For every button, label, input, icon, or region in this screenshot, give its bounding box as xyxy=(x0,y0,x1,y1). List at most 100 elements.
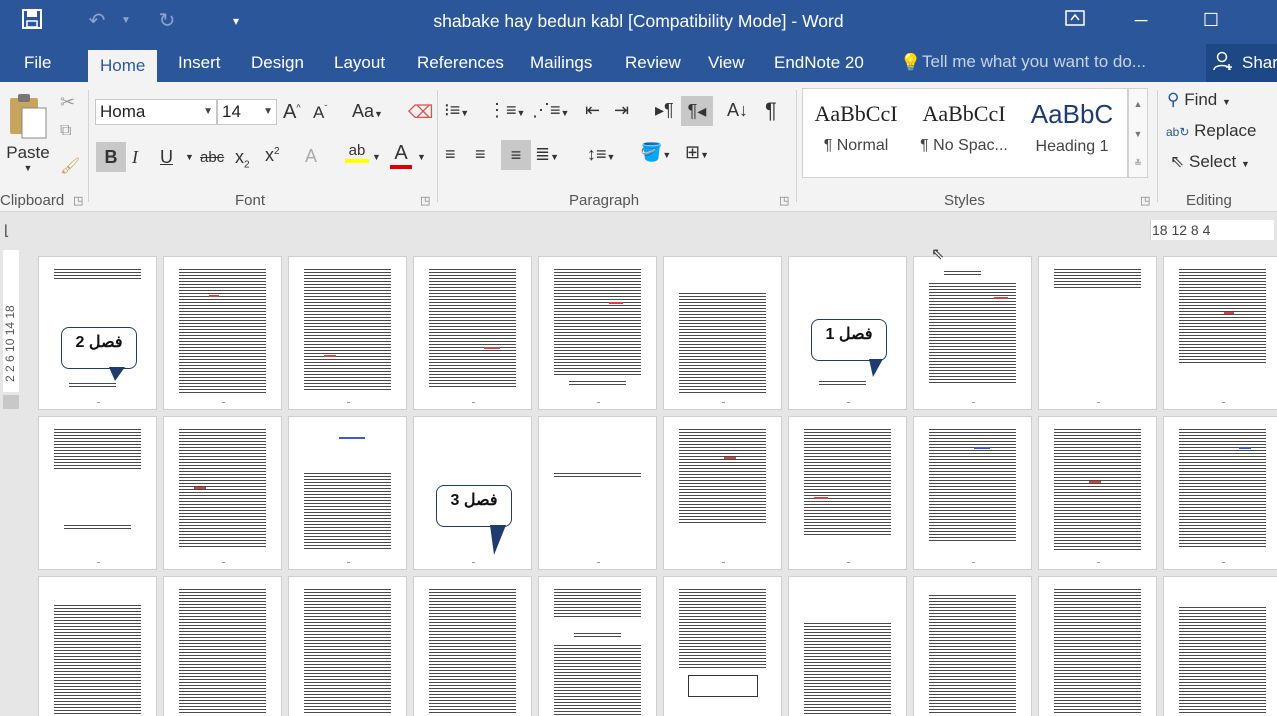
style-heading-1[interactable]: AaBbC Heading 1 xyxy=(1019,89,1125,169)
borders-icon[interactable]: ⊞▼ xyxy=(685,142,709,163)
page-thumbnail[interactable] xyxy=(288,416,407,570)
tab-selector-icon[interactable]: ⌊ xyxy=(4,222,22,240)
underline-dropdown-icon[interactable]: ▼ xyxy=(185,152,194,162)
sort-icon[interactable]: A↓ xyxy=(727,100,748,121)
maximize-icon[interactable]: ☐ xyxy=(1188,0,1234,44)
shrink-font-icon[interactable]: Aˇ xyxy=(313,103,327,123)
justify-icon[interactable]: ≣▼ xyxy=(535,144,559,165)
page-thumbnail[interactable] xyxy=(413,576,532,716)
page-thumbnail[interactable] xyxy=(163,256,282,410)
tab-review[interactable]: Review xyxy=(625,52,681,82)
tab-design[interactable]: Design xyxy=(251,52,304,82)
paste-button[interactable]: Paste ▼ xyxy=(4,92,52,182)
page-thumbnail[interactable] xyxy=(788,576,907,716)
align-left-icon[interactable]: ≡ xyxy=(445,144,456,165)
page-thumbnail[interactable] xyxy=(663,576,782,716)
highlight-dropdown-icon[interactable]: ▼ xyxy=(372,152,381,162)
highlight-color-icon[interactable]: ab xyxy=(345,142,369,163)
font-name-select[interactable]: Homa ▼ xyxy=(95,99,217,125)
font-color-dropdown-icon[interactable]: ▼ xyxy=(417,152,426,162)
page-thumbnail[interactable] xyxy=(538,416,657,570)
page-thumbnail[interactable] xyxy=(1163,576,1277,716)
page-thumbnail[interactable] xyxy=(1163,256,1277,410)
tab-file[interactable]: File xyxy=(24,52,51,82)
page-thumbnail[interactable]: فصل 2 xyxy=(38,256,157,410)
font-color-icon[interactable]: A xyxy=(390,142,412,169)
superscript-icon[interactable]: x2 xyxy=(265,145,280,166)
decrease-indent-icon[interactable]: ⇤ xyxy=(585,100,600,121)
tab-mailings[interactable]: Mailings xyxy=(530,52,592,82)
text-effects-icon[interactable]: A xyxy=(305,146,317,167)
callout-text: فصل 3 xyxy=(450,492,498,509)
align-right-icon[interactable]: ≡ xyxy=(501,140,531,170)
format-painter-icon[interactable]: 🖌 xyxy=(60,156,80,176)
style-no-spacing[interactable]: AaBbCcI ¶ No Spac... xyxy=(911,89,1017,169)
page-thumbnail[interactable] xyxy=(788,416,907,570)
shading-icon[interactable]: 🪣▼ xyxy=(640,142,671,163)
styles-launcher-icon[interactable]: ◳ xyxy=(1140,194,1150,207)
styles-scroll-up-icon[interactable]: ▲ xyxy=(1129,89,1147,119)
subscript-icon[interactable]: x2 xyxy=(235,147,250,171)
document-pages-view[interactable]: فصل 2 فصل 1 فصل 3 xyxy=(22,250,1277,716)
cut-icon[interactable]: ✂ xyxy=(60,92,75,113)
clipboard-launcher-icon[interactable]: ◳ xyxy=(73,194,83,207)
italic-icon[interactable]: I xyxy=(132,147,138,168)
tell-me-search[interactable]: Tell me what you want to do... xyxy=(922,52,1146,72)
vertical-ruler[interactable]: 2 2 6 10 14 18 xyxy=(0,250,22,716)
underline-icon[interactable]: U xyxy=(160,147,173,168)
select-button[interactable]: ⇖ Select ▼ xyxy=(1170,152,1250,172)
multilevel-list-icon[interactable]: ⋰≡▼ xyxy=(532,100,569,121)
style-normal[interactable]: AaBbCcI ¶ Normal xyxy=(803,89,909,169)
ltr-text-direction-icon[interactable]: ▸¶ xyxy=(655,100,674,121)
tab-view[interactable]: View xyxy=(708,52,745,82)
tab-insert[interactable]: Insert xyxy=(178,52,221,82)
bullets-icon[interactable]: ⁝≡▼ xyxy=(444,100,469,121)
page-thumbnail[interactable] xyxy=(663,256,782,410)
change-case-button[interactable]: Aa▼ xyxy=(352,101,383,122)
copy-icon[interactable]: ⧉ xyxy=(60,122,71,140)
share-button[interactable]: Shar xyxy=(1206,44,1277,82)
tab-endnote[interactable]: EndNote 20 xyxy=(774,52,864,82)
page-thumbnail[interactable] xyxy=(413,256,532,410)
rtl-text-direction-icon[interactable]: ¶◂ xyxy=(681,96,713,126)
grow-font-icon[interactable]: A^ xyxy=(283,101,301,124)
page-thumbnail[interactable] xyxy=(38,416,157,570)
styles-scroll-down-icon[interactable]: ▼ xyxy=(1129,119,1147,149)
page-thumbnail[interactable] xyxy=(913,416,1032,570)
increase-indent-icon[interactable]: ⇥ xyxy=(614,100,629,121)
page-thumbnail[interactable]: فصل 3 xyxy=(413,416,532,570)
minimize-icon[interactable]: ─ xyxy=(1118,0,1164,44)
page-thumbnail[interactable] xyxy=(163,576,282,716)
clear-formatting-icon[interactable]: ⌫ xyxy=(408,102,433,123)
page-thumbnail[interactable] xyxy=(1038,416,1157,570)
page-thumbnail[interactable] xyxy=(38,576,157,716)
line-spacing-icon[interactable]: ↕≡▼ xyxy=(587,144,615,165)
replace-button[interactable]: ab↻ Replace xyxy=(1166,121,1257,141)
page-thumbnail[interactable] xyxy=(1163,416,1277,570)
bold-icon[interactable]: B xyxy=(96,142,126,172)
show-marks-icon[interactable]: ¶ xyxy=(765,98,777,124)
page-thumbnail[interactable] xyxy=(1038,256,1157,410)
page-thumbnail[interactable] xyxy=(663,416,782,570)
styles-more-icon[interactable]: ≚ xyxy=(1129,149,1147,177)
page-thumbnail[interactable] xyxy=(913,576,1032,716)
strikethrough-icon[interactable]: abc xyxy=(200,149,224,166)
page-thumbnail[interactable] xyxy=(1038,576,1157,716)
page-thumbnail[interactable] xyxy=(538,576,657,716)
page-thumbnail[interactable] xyxy=(163,416,282,570)
page-thumbnail[interactable] xyxy=(913,256,1032,410)
tab-layout[interactable]: Layout xyxy=(334,52,385,82)
font-launcher-icon[interactable]: ◳ xyxy=(420,194,430,207)
tab-home[interactable]: Home xyxy=(88,50,158,82)
find-button[interactable]: ⚲ Find ▼ xyxy=(1167,90,1231,110)
page-thumbnail[interactable]: فصل 1 xyxy=(788,256,907,410)
tab-references[interactable]: References xyxy=(417,52,504,82)
page-thumbnail[interactable] xyxy=(288,256,407,410)
page-thumbnail[interactable] xyxy=(288,576,407,716)
align-center-icon[interactable]: ≡ xyxy=(475,144,486,165)
page-thumbnail[interactable] xyxy=(538,256,657,410)
font-size-select[interactable]: 14 ▼ xyxy=(217,99,277,125)
paragraph-launcher-icon[interactable]: ◳ xyxy=(779,194,789,207)
ribbon-display-options-icon[interactable] xyxy=(1052,0,1098,44)
numbering-icon[interactable]: ⋮≡▼ xyxy=(488,100,525,121)
